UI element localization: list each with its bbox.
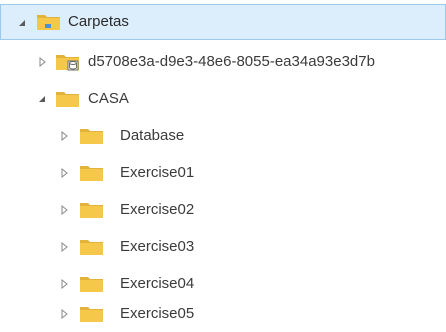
folder-icon — [79, 305, 104, 323]
database-folder-icon — [55, 53, 80, 71]
tree-item-label: Database — [120, 127, 185, 144]
tree-item-carpetas[interactable]: Carpetas — [0, 4, 446, 40]
tree-item-casa[interactable]: CASA — [0, 81, 446, 117]
folder-icon — [79, 127, 104, 145]
tree-item-label: Exercise02 — [120, 201, 195, 218]
chevron-down-icon[interactable] — [37, 94, 47, 104]
chevron-right-icon[interactable] — [59, 242, 69, 252]
tree-item-label: Carpetas — [68, 13, 129, 30]
folder-icon — [79, 275, 104, 293]
tree-item-database[interactable]: Database — [0, 118, 446, 154]
chevron-right-icon[interactable] — [37, 57, 47, 67]
tree-item-label: Exercise01 — [120, 164, 195, 181]
chevron-right-icon[interactable] — [59, 205, 69, 215]
folder-icon — [55, 90, 80, 108]
folder-icon — [79, 238, 104, 256]
folder-icon — [36, 13, 61, 31]
folder-tree: Carpetas d5708e3a-d9e3-48e6-8055-ea34a93… — [0, 0, 446, 332]
folder-icon — [79, 201, 104, 219]
tree-item-label: Exercise03 — [120, 238, 195, 255]
tree-item-exercise01[interactable]: Exercise01 — [0, 155, 446, 191]
tree-item-exercise03[interactable]: Exercise03 — [0, 229, 446, 265]
tree-item-exercise05[interactable]: Exercise05 — [0, 296, 446, 332]
folder-icon — [79, 164, 104, 182]
chevron-right-icon[interactable] — [59, 168, 69, 178]
tree-item-label: d5708e3a-d9e3-48e6-8055-ea34a93e3d7b — [88, 53, 375, 70]
chevron-right-icon[interactable] — [59, 279, 69, 289]
tree-item-exercise02[interactable]: Exercise02 — [0, 192, 446, 228]
chevron-right-icon[interactable] — [59, 309, 69, 319]
chevron-down-icon[interactable] — [17, 18, 27, 28]
chevron-right-icon[interactable] — [59, 131, 69, 141]
tree-item-label: Exercise04 — [120, 275, 195, 292]
tree-item-label: CASA — [88, 90, 129, 107]
tree-item-database-folder[interactable]: d5708e3a-d9e3-48e6-8055-ea34a93e3d7b — [0, 44, 446, 80]
tree-item-label: Exercise05 — [120, 305, 195, 322]
